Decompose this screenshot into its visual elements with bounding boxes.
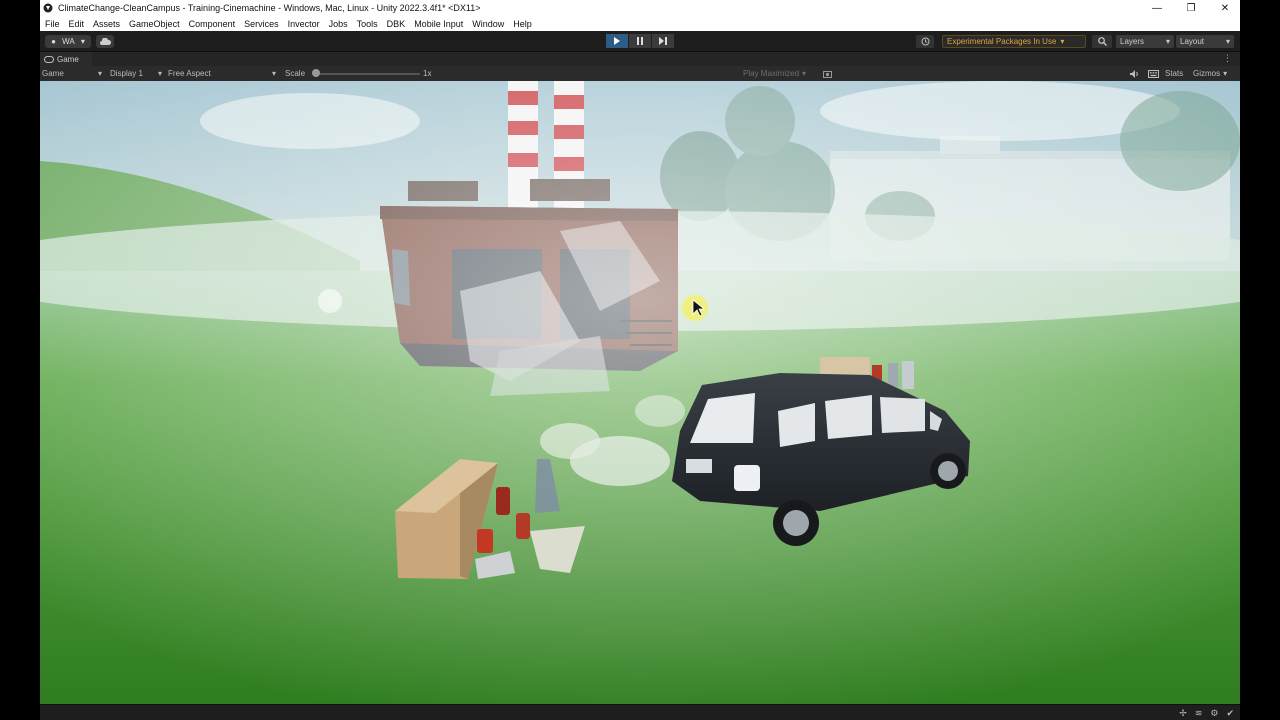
status-bar: ✢ ≋ ⚙ ✔ — [40, 704, 1240, 720]
cloud-button[interactable] — [96, 35, 114, 48]
play-mode-dropdown[interactable]: Play Maximized ▾ — [743, 68, 806, 79]
scale-slider-thumb[interactable] — [312, 69, 320, 77]
menu-gameobject[interactable]: GameObject — [129, 19, 180, 29]
chevron-down-icon: ▾ — [97, 69, 102, 78]
experimental-packages-dropdown[interactable]: Experimental Packages In Use ▾ — [942, 35, 1086, 48]
view-mode-label: Game — [42, 69, 64, 78]
chevron-down-icon: ▾ — [157, 69, 162, 78]
chevron-down-icon: ▾ — [1223, 69, 1228, 78]
status-icons: ✢ ≋ ⚙ ✔ — [1179, 708, 1234, 719]
layers-dropdown[interactable]: Layers ▾ — [1116, 35, 1174, 48]
search-button[interactable] — [1092, 35, 1112, 48]
audio-mute-button[interactable] — [1130, 68, 1139, 79]
display-dropdown[interactable]: Display 1 ▾ — [110, 68, 162, 79]
step-icon — [659, 37, 667, 45]
layers-stack-icon[interactable]: ≋ — [1195, 708, 1203, 719]
menu-jobs[interactable]: Jobs — [329, 19, 348, 29]
search-icon — [1097, 37, 1107, 46]
main-toolbar: ● WA ▾ Experimental Packages In Use ▾ La… — [40, 31, 1240, 52]
camera-icon — [823, 70, 832, 78]
tab-game[interactable]: Game — [40, 52, 92, 66]
unity-logo-icon — [42, 2, 54, 14]
speaker-icon — [1130, 69, 1138, 78]
unity-editor-window: ClimateChange-CleanCampus - Training-Cin… — [40, 0, 1240, 720]
aspect-dropdown[interactable]: Free Aspect ▾ — [168, 68, 276, 79]
menu-tools[interactable]: Tools — [357, 19, 378, 29]
menu-assets[interactable]: Assets — [93, 19, 120, 29]
undo-history-button[interactable] — [916, 35, 934, 48]
gizmos-label: Gizmos — [1193, 69, 1221, 78]
game-scene-render — [40, 81, 1240, 704]
game-view-toolbar: Game ▾ Display 1 ▾ Free Aspect ▾ Scale 1… — [40, 66, 1240, 81]
playback-controls — [606, 34, 674, 48]
layers-label: Layers — [1120, 37, 1145, 46]
restore-button[interactable]: ❐ — [1182, 3, 1200, 14]
pause-icon — [637, 37, 643, 45]
cloud-icon — [99, 38, 111, 45]
account-label: WA — [62, 37, 75, 46]
menu-file[interactable]: File — [45, 19, 60, 29]
menu-window[interactable]: Window — [472, 19, 504, 29]
view-mode-dropdown[interactable]: Game ▾ — [42, 68, 102, 79]
chevron-down-icon: ▾ — [1060, 37, 1065, 46]
title-bar: ClimateChange-CleanCampus - Training-Cin… — [40, 0, 1240, 16]
play-mode-label: Play Maximized — [743, 69, 800, 78]
chevron-down-icon: ▾ — [1225, 37, 1230, 46]
more-options-icon[interactable]: ⋮ — [1223, 53, 1232, 64]
history-icon — [921, 37, 929, 46]
menu-invector[interactable]: Invector — [288, 19, 320, 29]
menu-mobile-input[interactable]: Mobile Input — [414, 19, 463, 29]
chevron-down-icon: ▾ — [80, 37, 85, 46]
play-button[interactable] — [606, 34, 628, 48]
display-label: Display 1 — [110, 69, 143, 78]
keyboard-icon — [1148, 69, 1159, 78]
chevron-down-icon: ▾ — [271, 69, 276, 78]
menu-help[interactable]: Help — [513, 19, 532, 29]
step-button[interactable] — [652, 34, 674, 48]
mouse-cursor — [682, 295, 708, 321]
account-dropdown[interactable]: ● WA ▾ — [45, 35, 91, 48]
play-icon — [614, 37, 620, 45]
chevron-down-icon: ▾ — [802, 69, 807, 78]
fog-overlay — [40, 81, 1240, 704]
light-particle — [318, 289, 342, 313]
window-controls: — ❐ ✕ — [1148, 0, 1234, 16]
layout-label: Layout — [1180, 37, 1205, 46]
check-status-icon[interactable]: ✔ — [1226, 708, 1234, 719]
view-tab-bar: Game ⋮ — [40, 52, 1240, 66]
menu-bar: File Edit Assets GameObject Component Se… — [40, 16, 1240, 31]
frame-debugger-button[interactable] — [823, 68, 832, 79]
menu-edit[interactable]: Edit — [69, 19, 85, 29]
experimental-packages-label: Experimental Packages In Use — [947, 37, 1057, 46]
layout-dropdown[interactable]: Layout ▾ — [1176, 35, 1234, 48]
aspect-label: Free Aspect — [168, 69, 211, 78]
window-title: ClimateChange-CleanCampus - Training-Cin… — [58, 3, 481, 13]
close-button[interactable]: ✕ — [1216, 3, 1234, 14]
keyboard-shortcuts-button[interactable] — [1148, 68, 1159, 79]
scale-slider-track[interactable] — [316, 73, 420, 75]
game-viewport[interactable] — [40, 81, 1240, 704]
debug-icon[interactable]: ⚙ — [1210, 708, 1218, 719]
tab-game-label: Game — [57, 54, 79, 64]
minimize-button[interactable]: — — [1148, 3, 1166, 14]
stats-button[interactable]: Stats — [1165, 68, 1183, 79]
scale-label: Scale — [285, 69, 306, 78]
gamepad-icon — [44, 55, 54, 63]
menu-services[interactable]: Services — [244, 19, 279, 29]
menu-component[interactable]: Component — [189, 19, 236, 29]
menu-dbk[interactable]: DBK — [387, 19, 406, 29]
pause-button[interactable] — [629, 34, 651, 48]
gizmos-dropdown[interactable]: Gizmos ▾ — [1193, 68, 1227, 79]
network-icon[interactable]: ✢ — [1179, 708, 1187, 719]
account-icon: ● — [51, 37, 56, 46]
chevron-down-icon: ▾ — [1165, 37, 1170, 46]
scale-value: 1x — [423, 69, 432, 78]
